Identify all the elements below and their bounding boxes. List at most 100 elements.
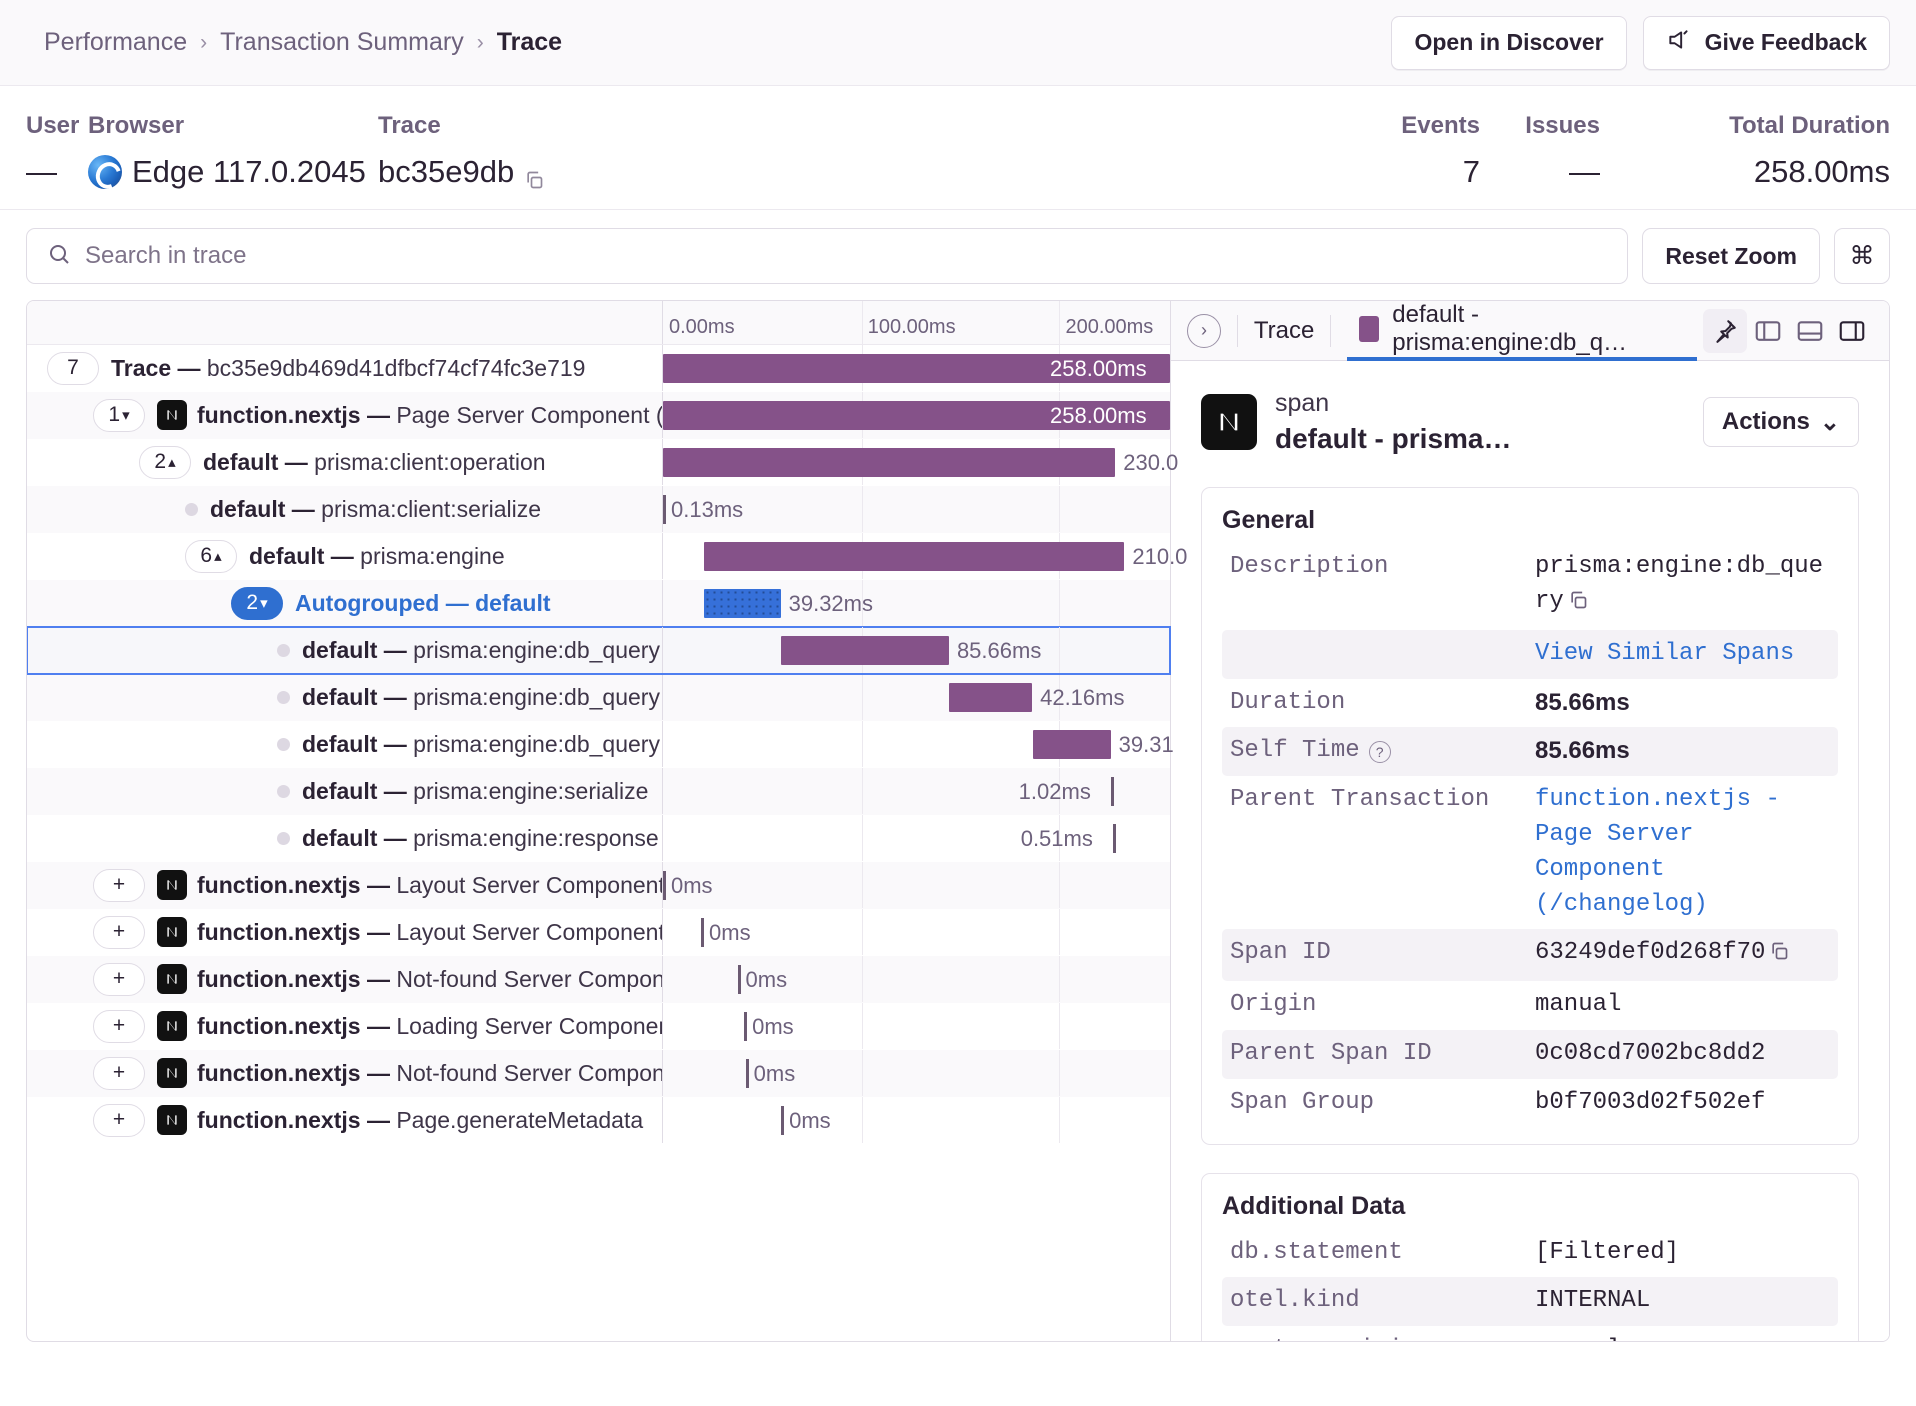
give-feedback-button[interactable]: Give Feedback [1643, 16, 1890, 70]
copy-icon[interactable] [1568, 588, 1588, 623]
span-duration-bar[interactable] [1111, 777, 1114, 806]
trace-row-label-cell[interactable]: +function.nextjs — Not-found Server Comp… [27, 956, 663, 1002]
collapse-count-button[interactable]: 1▾ [93, 399, 145, 432]
span-duration-bar[interactable] [1033, 730, 1111, 759]
open-in-discover-button[interactable]: Open in Discover [1391, 16, 1626, 70]
trace-row-timeline-cell[interactable]: 0ms [663, 862, 1170, 908]
trace-row[interactable]: 2▾Autogrouped — default39.32ms [27, 580, 1170, 627]
collapse-count-button[interactable]: 6▴ [185, 540, 237, 573]
trace-row[interactable]: 7Trace — bc35e9db469d41dfbcf74cf74fc3e71… [27, 345, 1170, 392]
trace-row-label-cell[interactable]: default — prisma:engine:response [27, 815, 663, 861]
trace-row-label-cell[interactable]: +function.nextjs — Layout Server Compone… [27, 862, 663, 908]
trace-row-timeline-cell[interactable]: 258.00ms [663, 345, 1170, 391]
breadcrumb-item-performance[interactable]: Performance [44, 28, 187, 57]
trace-row-label-cell[interactable]: default — prisma:engine:db_query [27, 721, 663, 767]
span-duration-bar[interactable] [704, 589, 781, 618]
trace-row-label-cell[interactable]: 6▴default — prisma:engine [27, 533, 663, 579]
chevron-right-circle-icon[interactable]: › [1187, 314, 1221, 348]
trace-row-timeline-cell[interactable]: 39.32ms [663, 580, 1170, 626]
expand-row-button[interactable]: + [93, 869, 145, 902]
trace-row-label-cell[interactable]: +function.nextjs — Loading Server Compon… [27, 1003, 663, 1049]
detail-link[interactable]: function.nextjs - Page Server Component … [1535, 786, 1780, 917]
trace-row-label-cell[interactable]: default — prisma:engine:db_query [27, 674, 663, 720]
trace-row[interactable]: 6▴default — prisma:engine210.0 [27, 533, 1170, 580]
span-duration-bar[interactable] [738, 965, 741, 994]
span-duration-bar[interactable] [663, 448, 1115, 477]
trace-row[interactable]: 2▴default — prisma:client:operation230.0 [27, 439, 1170, 486]
span-duration-bar[interactable] [949, 683, 1032, 712]
breadcrumb-item-transaction-summary[interactable]: Transaction Summary [220, 28, 464, 57]
reset-zoom-button[interactable]: Reset Zoom [1642, 228, 1820, 284]
expand-row-button[interactable]: + [93, 1010, 145, 1043]
layout-bottom-panel-icon[interactable] [1789, 310, 1831, 352]
trace-row-label-cell[interactable]: +function.nextjs — Page.generateMetadata [27, 1097, 663, 1143]
span-duration-bar[interactable] [744, 1012, 747, 1041]
copy-icon[interactable] [1769, 939, 1789, 974]
trace-row[interactable]: default — prisma:engine:db_query39.31 [27, 721, 1170, 768]
trace-row-label-cell[interactable]: default — prisma:engine:serialize [27, 768, 663, 814]
trace-row[interactable]: +function.nextjs — Not-found Server Comp… [27, 1050, 1170, 1097]
layout-left-panel-icon[interactable] [1747, 310, 1789, 352]
trace-row-timeline-cell[interactable]: 0ms [663, 1003, 1170, 1049]
trace-row-timeline-cell[interactable]: 39.31 [663, 721, 1170, 767]
trace-row[interactable]: +function.nextjs — Loading Server Compon… [27, 1003, 1170, 1050]
trace-row-label-cell[interactable]: +function.nextjs — Layout Server Compone… [27, 909, 663, 955]
trace-row-label-cell[interactable]: default — prisma:client:serialize [27, 486, 663, 532]
span-duration-bar[interactable] [704, 542, 1125, 571]
span-duration-bar[interactable] [781, 1106, 784, 1135]
span-duration-bar[interactable] [781, 636, 949, 665]
trace-row-timeline-cell[interactable]: 0.13ms [663, 486, 1170, 532]
trace-row-timeline-cell[interactable]: 0ms [663, 956, 1170, 1002]
detail-row-value[interactable]: View Similar Spans [1535, 637, 1794, 672]
trace-row-timeline-cell[interactable]: 0.51ms [663, 815, 1170, 861]
trace-row-label-cell[interactable]: 7Trace — bc35e9db469d41dfbcf74cf74fc3e71… [27, 345, 663, 391]
trace-row[interactable]: 1▾function.nextjs — Page Server Componen… [27, 392, 1170, 439]
span-duration-bar[interactable] [746, 1059, 749, 1088]
trace-row-timeline-cell[interactable]: 0ms [663, 1097, 1170, 1143]
collapse-count-button[interactable]: 7 [47, 352, 99, 385]
trace-row-label-cell[interactable]: default — prisma:engine:db_query [27, 627, 663, 673]
span-duration-bar[interactable] [701, 918, 704, 947]
trace-row-label-cell[interactable]: 1▾function.nextjs — Page Server Componen… [27, 392, 663, 438]
collapse-count-button[interactable]: 2▾ [231, 587, 283, 620]
trace-row[interactable]: default — prisma:engine:db_query85.66ms [27, 627, 1170, 674]
trace-row-timeline-cell[interactable]: 230.0 [663, 439, 1170, 485]
trace-row-timeline-cell[interactable]: 1.02ms [663, 768, 1170, 814]
layout-right-panel-icon[interactable] [1831, 310, 1873, 352]
span-duration-bar[interactable] [1113, 824, 1116, 853]
search-input[interactable] [85, 242, 1607, 270]
expand-row-button[interactable]: + [93, 1104, 145, 1137]
trace-row[interactable]: default — prisma:engine:response0.51ms [27, 815, 1170, 862]
collapse-count-button[interactable]: 2▴ [139, 446, 191, 479]
trace-row-timeline-cell[interactable]: 0ms [663, 909, 1170, 955]
expand-row-button[interactable]: + [93, 916, 145, 949]
search-box[interactable] [26, 228, 1628, 284]
expand-row-button[interactable]: + [93, 1057, 145, 1090]
trace-row-label-cell[interactable]: 2▾Autogrouped — default [27, 580, 663, 626]
pin-icon[interactable] [1703, 309, 1747, 353]
trace-row-timeline-cell[interactable]: 210.0 [663, 533, 1170, 579]
trace-row-timeline-cell[interactable]: 85.66ms [663, 627, 1170, 673]
copy-icon[interactable] [524, 162, 544, 182]
trace-row-timeline-cell[interactable]: 0ms [663, 1050, 1170, 1096]
tab-span-active[interactable]: default - prisma:engine:db_q… [1347, 301, 1697, 361]
expand-row-button[interactable]: + [93, 963, 145, 996]
trace-row[interactable]: default — prisma:engine:db_query42.16ms [27, 674, 1170, 721]
trace-row[interactable]: +function.nextjs — Page.generateMetadata… [27, 1097, 1170, 1144]
trace-row[interactable]: +function.nextjs — Not-found Server Comp… [27, 956, 1170, 1003]
span-duration-bar[interactable] [663, 495, 666, 524]
trace-row-timeline-cell[interactable]: 258.00ms [663, 392, 1170, 438]
trace-row[interactable]: default — prisma:client:serialize0.13ms [27, 486, 1170, 533]
trace-row-label-cell[interactable]: +function.nextjs — Not-found Server Comp… [27, 1050, 663, 1096]
trace-row[interactable]: default — prisma:engine:serialize1.02ms [27, 768, 1170, 815]
span-duration-bar[interactable] [663, 871, 666, 900]
command-key-button[interactable]: ⌘ [1834, 228, 1890, 284]
actions-button[interactable]: Actions ⌄ [1703, 397, 1859, 447]
trace-row[interactable]: +function.nextjs — Layout Server Compone… [27, 909, 1170, 956]
detail-link[interactable]: View Similar Spans [1535, 640, 1794, 667]
trace-row-label-cell[interactable]: 2▴default — prisma:client:operation [27, 439, 663, 485]
trace-row-timeline-cell[interactable]: 42.16ms [663, 674, 1170, 720]
tab-trace[interactable]: Trace [1254, 317, 1314, 345]
detail-row-value[interactable]: function.nextjs - Page Server Component … [1535, 783, 1830, 922]
trace-row[interactable]: +function.nextjs — Layout Server Compone… [27, 862, 1170, 909]
